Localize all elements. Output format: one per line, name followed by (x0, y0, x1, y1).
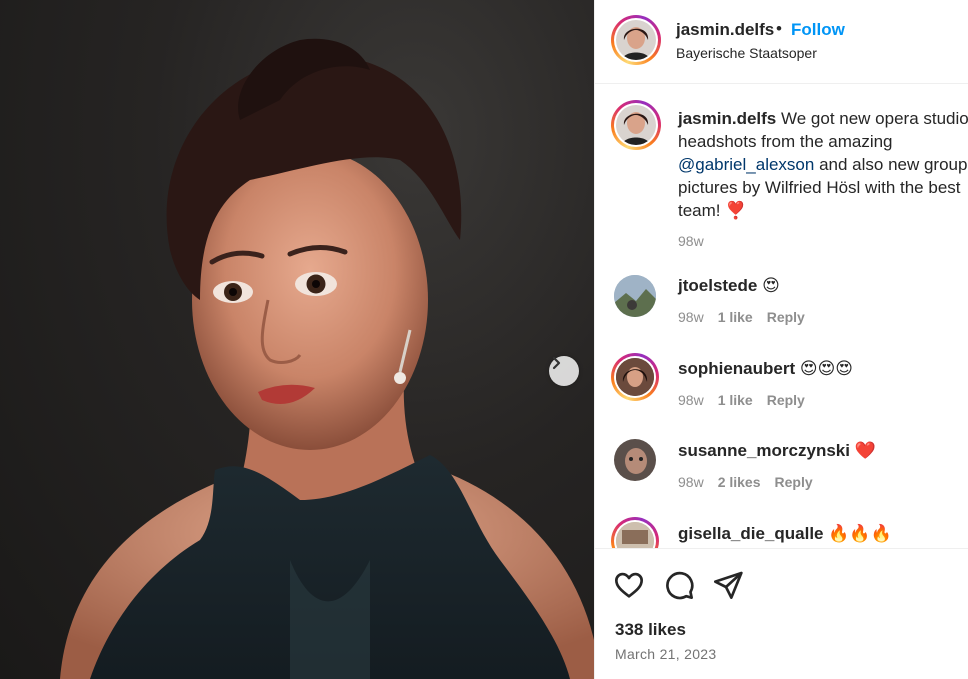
comment-text: ❤️ (854, 441, 876, 460)
comment-username[interactable]: jtoelstede (678, 276, 757, 295)
comment-avatar[interactable] (611, 517, 659, 548)
comment-avatar[interactable] (611, 353, 659, 401)
comment-avatar[interactable] (614, 275, 656, 317)
post-header: jasmin.delfs • Follow Bayerische Staatso… (595, 0, 968, 84)
comment-likes[interactable]: 1 like (718, 392, 753, 408)
caption-time[interactable]: 98w (678, 230, 968, 253)
post-side-panel: jasmin.delfs • Follow Bayerische Staatso… (594, 0, 968, 679)
comments-list[interactable]: jasmin.delfs We got new opera studio hea… (595, 85, 968, 548)
comment-item: susanne_morczynski ❤️ (678, 441, 876, 461)
comment-likes[interactable]: 2 likes (718, 474, 761, 490)
caption-line-1: We got new opera studio (781, 109, 968, 128)
heart-icon (615, 572, 643, 598)
post-date[interactable]: March 21, 2023 (615, 646, 716, 662)
comment-time[interactable]: 98w (678, 309, 704, 325)
follow-button[interactable]: Follow (791, 20, 845, 40)
post-location[interactable]: Bayerische Staatsoper (676, 45, 817, 61)
comment-item: jtoelstede 😍 (678, 276, 780, 296)
comment-meta: 98w 1 like Reply (678, 392, 819, 408)
comment-username[interactable]: sophienaubert (678, 359, 795, 378)
caption-line-2: headshots from the amazing (678, 132, 893, 151)
share-button[interactable] (712, 569, 744, 601)
reply-button[interactable]: Reply (767, 309, 805, 325)
separator-dot: • (776, 19, 782, 38)
comment-likes[interactable]: 1 like (718, 309, 753, 325)
post-photo[interactable] (0, 0, 594, 679)
comment-item: gisella_die_qualle 🔥🔥🔥 (678, 524, 892, 544)
comment-text: 😍 (762, 276, 780, 295)
chevron-right-icon (552, 356, 561, 370)
caption-username[interactable]: jasmin.delfs (678, 109, 776, 128)
comment-time[interactable]: 98w (678, 392, 704, 408)
caption-line-3: and also new group (814, 155, 968, 174)
caption-line-5: team! ❣️ (678, 201, 747, 220)
comment-username[interactable]: gisella_die_qualle (678, 524, 824, 543)
like-button[interactable] (613, 569, 645, 601)
comment-item: sophienaubert 😍😍😍 (678, 359, 853, 379)
comment-meta: 98w 2 likes Reply (678, 474, 827, 490)
author-avatar[interactable] (611, 15, 661, 65)
post-actions: 338 likes March 21, 2023 (595, 548, 968, 679)
comment-username[interactable]: susanne_morczynski (678, 441, 850, 460)
portrait-image (60, 38, 594, 679)
comment-time[interactable]: 98w (678, 474, 704, 490)
post-caption: jasmin.delfs We got new opera studio hea… (678, 107, 968, 253)
share-icon (714, 571, 743, 599)
comment-text: 😍😍😍 (799, 359, 854, 378)
author-username[interactable]: jasmin.delfs (676, 20, 774, 40)
caption-mention-link[interactable]: @gabriel_alexson (678, 155, 814, 174)
comment-text: 🔥🔥🔥 (828, 524, 892, 543)
comment-icon (666, 571, 694, 600)
caption-line-4: pictures by Wilfried Hösl with the best (678, 178, 961, 197)
comment-button[interactable] (663, 569, 695, 601)
next-photo-button[interactable] (549, 356, 579, 386)
reply-button[interactable]: Reply (775, 474, 813, 490)
caption-avatar[interactable] (611, 100, 661, 150)
comment-meta: 98w 1 like Reply (678, 309, 819, 325)
comment-avatar[interactable] (614, 439, 656, 481)
reply-button[interactable]: Reply (767, 392, 805, 408)
like-count[interactable]: 338 likes (615, 620, 686, 640)
